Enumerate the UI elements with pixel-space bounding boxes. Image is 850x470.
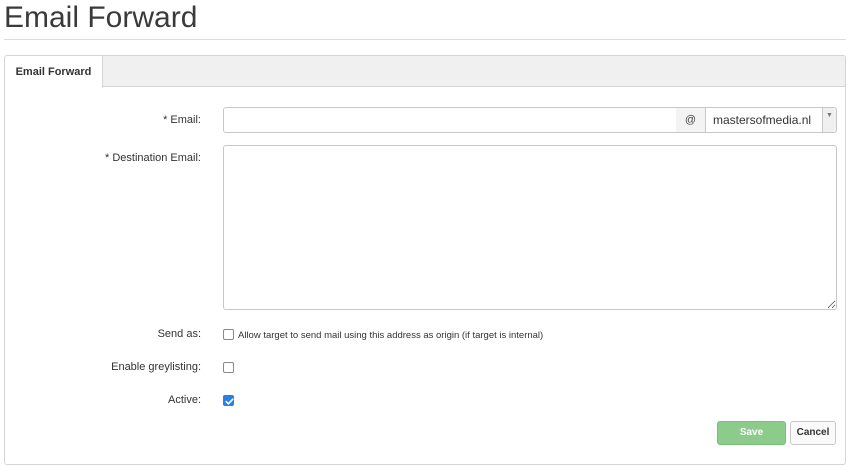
caret-down-icon: ▼ <box>822 108 836 132</box>
tab-email-forward[interactable]: Email Forward <box>5 56 103 88</box>
greylisting-label: Enable greylisting: <box>111 361 201 373</box>
send-as-text: Allow target to send mail using this add… <box>238 330 544 341</box>
greylisting-checkbox[interactable] <box>223 362 234 373</box>
title-divider <box>4 39 846 40</box>
active-checkbox[interactable] <box>223 395 234 406</box>
form-panel: Email Forward * Email: @ mastersofmedia.… <box>4 55 846 465</box>
domain-select[interactable]: mastersofmedia.nl ▼ <box>705 107 837 133</box>
send-as-label: Send as: <box>157 328 201 340</box>
checkmark-icon <box>225 398 234 405</box>
destination-email-textarea[interactable] <box>223 145 837 310</box>
send-as-checkbox[interactable] <box>223 329 234 340</box>
at-addon: @ <box>676 107 706 133</box>
email-input[interactable] <box>223 107 677 133</box>
tab-bar: Email Forward <box>5 56 845 88</box>
domain-select-value: mastersofmedia.nl <box>713 113 812 127</box>
page-title: Email Forward <box>4 1 198 34</box>
active-label: Active: <box>167 394 201 406</box>
destination-label: * Destination Email: <box>105 152 201 164</box>
save-button[interactable]: Save <box>717 421 786 445</box>
email-label: * Email: <box>163 114 201 126</box>
cancel-button[interactable]: Cancel <box>790 421 836 445</box>
